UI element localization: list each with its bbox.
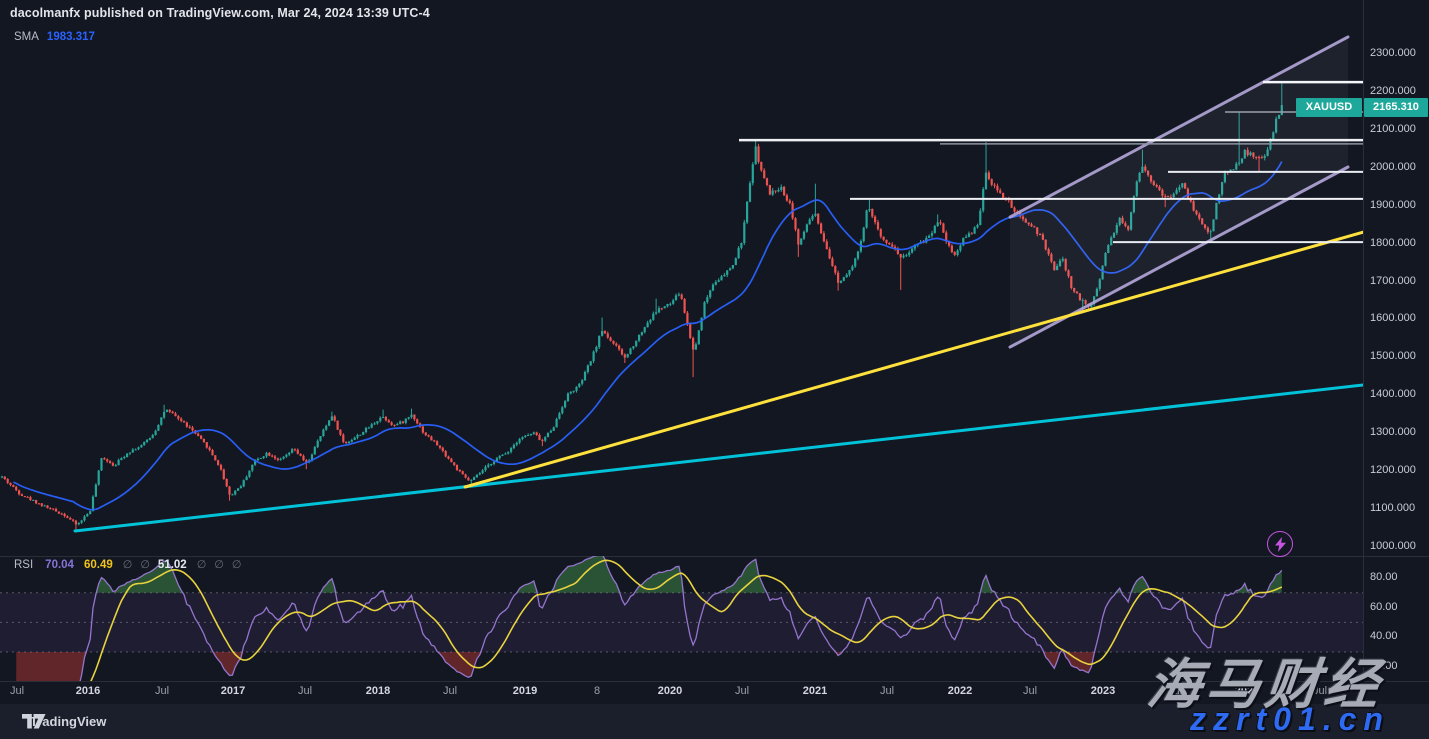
price-axis-label: 1100.000 (1370, 502, 1415, 514)
time-axis-year-label: 2019 (513, 685, 537, 697)
time-axis-year-label: 2016 (76, 685, 100, 697)
price-axis-label: 1900.000 (1370, 199, 1416, 211)
time-axis-month-label: Jul (443, 685, 457, 697)
tradingview-logo-icon (22, 714, 46, 729)
price-axis-label: 1400.000 (1370, 388, 1416, 400)
price-axis-label: 1600.000 (1370, 312, 1416, 324)
time-axis-year-label: 2020 (658, 685, 682, 697)
price-axis-label: 2000.000 (1370, 161, 1416, 173)
price-axis-label: 1300.000 (1370, 426, 1416, 438)
time-axis-month-label: Jul (155, 685, 169, 697)
time-axis-year-label: 2022 (948, 685, 972, 697)
rsi-axis-label: 80.00 (1370, 571, 1398, 583)
price-axis-label: 2100.000 (1370, 123, 1416, 135)
time-axis-month-label: 8 (594, 685, 600, 697)
rsi-ma-value: 60.49 (84, 559, 113, 571)
main-chart-pane[interactable] (0, 28, 1363, 556)
time-axis-month-label: Jul (298, 685, 312, 697)
rsi-empty-value-icon: ∅ (123, 558, 133, 571)
time-axis-year-label: 2023 (1091, 685, 1115, 697)
sma-legend[interactable]: SMA 1983.317 (14, 31, 95, 43)
price-axis-label: 1200.000 (1370, 464, 1416, 476)
price-axis-label: 1800.000 (1370, 237, 1416, 249)
time-axis-month-label: Jul (10, 685, 24, 697)
rsi-secondary-value: 51.02 (158, 559, 187, 571)
rsi-value: 70.04 (45, 559, 74, 571)
published-byline: dacolmanfx published on TradingView.com,… (10, 6, 430, 20)
time-axis-month-label: Jul (1023, 685, 1037, 697)
rsi-legend-label: RSI (14, 559, 33, 571)
time-axis-month-label: Jul (880, 685, 894, 697)
price-axis-label: 1700.000 (1370, 275, 1416, 287)
rsi-empty-value-icon: ∅ (140, 558, 150, 571)
lightning-glyph (1275, 537, 1286, 552)
price-axis-label: 2200.000 (1370, 85, 1416, 97)
rsi-empty-value-icon: ∅ (197, 558, 207, 571)
boost-lightning-icon[interactable] (1267, 531, 1293, 557)
tradingview-logo[interactable]: TradingView (22, 714, 106, 729)
last-price-badge: 2165.310 (1364, 98, 1428, 117)
time-axis-year-label: 2017 (221, 685, 245, 697)
price-axis-label: 1000.000 (1370, 540, 1416, 552)
watermark-url-text: zzrt01.cn (1190, 701, 1390, 738)
tradingview-published-chart: dacolmanfx published on TradingView.com,… (0, 0, 1429, 739)
rsi-axis-label: 60.00 (1370, 601, 1398, 613)
time-axis-year-label: 2021 (803, 685, 827, 697)
symbol-name-badge: XAUUSD (1296, 98, 1362, 117)
price-axis-label: 2300.000 (1370, 47, 1416, 59)
time-axis-month-label: Jul (735, 685, 749, 697)
sma-legend-label: SMA (14, 31, 39, 43)
rsi-empty-value-icon: ∅ (214, 558, 224, 571)
sma-legend-value: 1983.317 (47, 31, 95, 43)
time-axis-year-label: 2018 (366, 685, 390, 697)
rsi-legend[interactable]: RSI 70.04 60.49 ∅ ∅ 51.02 ∅ ∅ ∅ (14, 558, 249, 571)
price-axis-label: 1500.000 (1370, 350, 1416, 362)
rsi-empty-value-icon: ∅ (232, 558, 242, 571)
